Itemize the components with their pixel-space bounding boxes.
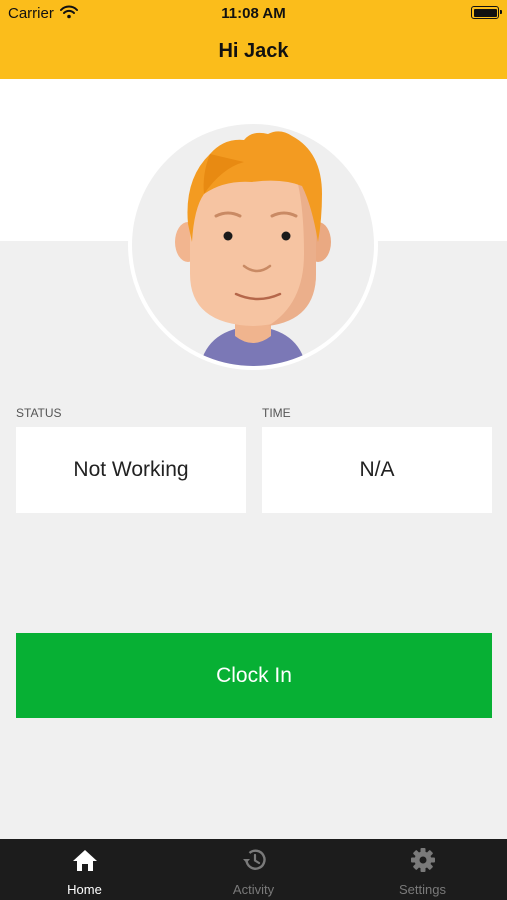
time-value-box: N/A [262,427,492,513]
status-bar: Carrier 11:08 AM [0,0,507,28]
page-title: Hi Jack [218,40,289,62]
tab-bar: Home Activity Settings [0,839,507,900]
history-icon [169,848,338,877]
avatar [128,120,378,370]
tab-home[interactable]: Home [0,839,169,900]
home-icon [0,848,169,877]
time-value: N/A [359,458,395,481]
status-time: 11:08 AM [221,5,286,22]
tab-home-label: Home [67,882,102,897]
clock-in-button[interactable]: Clock In [16,633,492,718]
cartoon-man-avatar-icon [175,131,331,366]
tab-settings-label: Settings [399,882,446,897]
battery-icon [471,6,502,19]
status-value-box: Not Working [16,427,246,513]
tab-activity-label: Activity [232,882,275,897]
header-bar: Carrier 11:08 AM Hi Jack [0,0,507,79]
gear-icon [338,848,507,877]
tab-settings[interactable]: Settings [338,839,507,900]
status-label: STATUS [16,406,62,420]
time-label: TIME [262,406,291,420]
tab-activity[interactable]: Activity [169,839,338,900]
clock-in-label: Clock In [216,663,292,687]
status-value: Not Working [73,458,189,481]
